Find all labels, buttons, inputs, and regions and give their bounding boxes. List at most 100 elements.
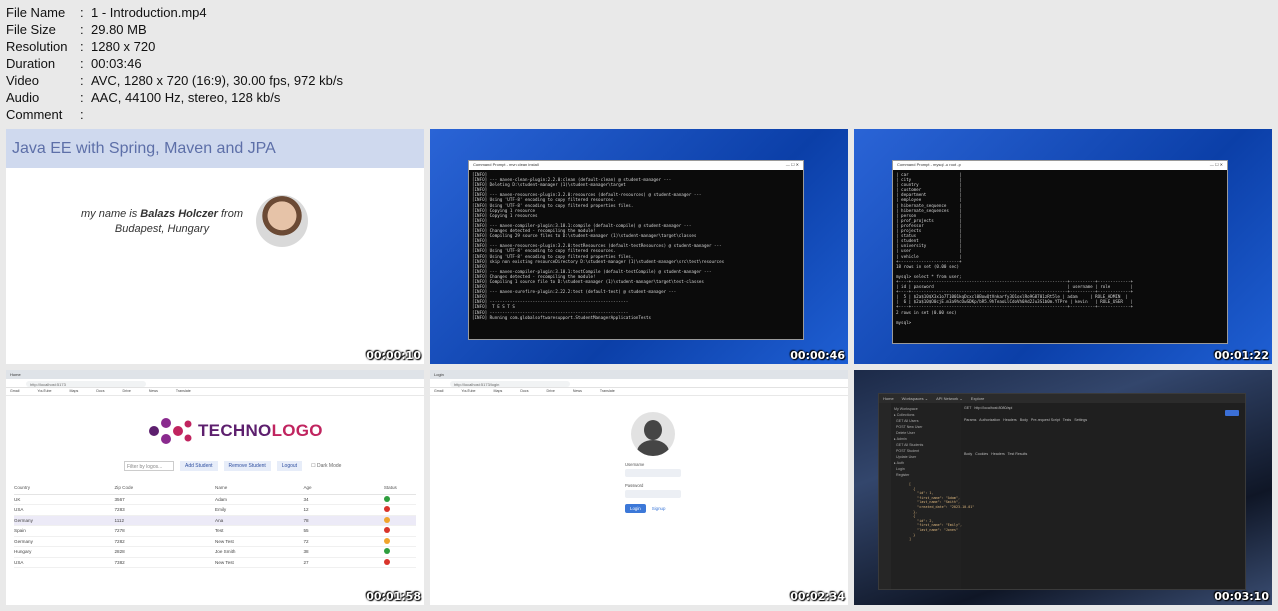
timestamp: 00:01:58	[366, 590, 421, 603]
dark-mode-toggle[interactable]: ☐ Dark Mode	[308, 461, 344, 471]
timestamp: 00:00:10	[366, 349, 421, 362]
table-row[interactable]: USA 7382 New Test 27	[14, 557, 416, 568]
cell-zip: 7278	[114, 525, 215, 537]
remove-student-button[interactable]: Remove Student	[223, 461, 271, 471]
cell-age: 12	[303, 504, 384, 516]
meta-value: AAC, 44100 Hz, stereo, 128 kb/s	[91, 90, 281, 105]
timestamp: 00:01:22	[1214, 349, 1269, 362]
add-student-button[interactable]: Add Student	[180, 461, 218, 471]
thumbnail-6[interactable]: Home Workspaces ⌄ API Network ⌄ Explore My …	[854, 370, 1272, 605]
password-input[interactable]	[625, 490, 681, 498]
column-header[interactable]: Zip Code	[114, 482, 215, 495]
table-row[interactable]: Germany 7282 New Test 72	[14, 536, 416, 547]
cell-name: New Test	[215, 557, 304, 568]
cell-name: Joe Smith	[215, 546, 304, 558]
column-header[interactable]: Country	[14, 482, 115, 495]
cell-age: 38	[303, 546, 384, 558]
table-row[interactable]: Hungary 2828 Joe Smith 38	[14, 546, 416, 558]
meta-value: 29.80 MB	[91, 22, 147, 37]
column-header[interactable]: Age	[303, 482, 384, 495]
cell-country: Germany	[14, 536, 115, 547]
status-icon	[383, 516, 390, 523]
meta-value: 1280 x 720	[91, 39, 156, 54]
thumbnail-5[interactable]: Login http://localhost:5173/login Gmail Y…	[430, 370, 848, 605]
signup-link[interactable]: Signup	[652, 506, 666, 511]
cell-country: Hungary	[14, 546, 115, 558]
students-table: Country Zip Code Name Age Status UK 3567 Adam 3…	[14, 482, 416, 568]
cell-country: USA	[14, 557, 115, 568]
meta-separator: :	[80, 107, 84, 122]
request-panel: GET http://localhost:8080/api Params Aut…	[961, 403, 1245, 589]
meta-row: Duration:00:03:46	[6, 55, 343, 72]
terminal-window: Command Prompt - mysql -u root -p — ☐ ✕ |…	[892, 160, 1228, 344]
meta-separator: :	[80, 39, 84, 54]
meta-key: Resolution	[6, 39, 68, 54]
bookmarks-bar: Gmail YouTube Maps Docs Drive News Translate	[430, 388, 848, 396]
cell-country: Germany	[14, 515, 115, 526]
logo-icon	[149, 418, 192, 444]
response-body: [ { "id": 1, "first_name": "Adam", "last…	[909, 482, 975, 542]
meta-row: Audio: AAC, 44100 Hz, stereo, 128 kb/s	[6, 89, 343, 106]
timestamp: 00:02:34	[790, 590, 845, 603]
column-header[interactable]: Name	[215, 482, 304, 495]
user-avatar-icon	[631, 412, 675, 456]
cell-age: 55	[303, 525, 384, 537]
meta-key: Audio	[6, 90, 40, 105]
meta-key: File Size	[6, 22, 56, 37]
cell-zip: 2828	[114, 546, 215, 558]
meta-separator: :	[80, 73, 84, 88]
meta-row: Comment:	[6, 106, 343, 123]
meta-row: Video: AVC, 1280 x 720 (16:9), 30.00 fps,…	[6, 72, 343, 89]
bookmarks-bar: Gmail YouTube Maps Docs Drive News Translate	[6, 388, 424, 396]
meta-separator: :	[80, 22, 84, 37]
meta-key: Duration	[6, 56, 56, 71]
table-row[interactable]: Spain 7278 Test 55	[14, 525, 416, 537]
slide-intro: my name is Balazs Holczer from Budapest,…	[80, 208, 243, 235]
cell-zip: 7282	[114, 536, 215, 547]
meta-row: File Size:29.80 MB	[6, 21, 343, 38]
meta-separator: :	[80, 5, 84, 20]
cell-age: 34	[303, 494, 384, 505]
password-label: Password	[625, 483, 644, 488]
api-client-window: Home Workspaces ⌄ API Network ⌄ Explore My …	[878, 393, 1246, 590]
filter-input[interactable]: Filter by logos...	[124, 461, 174, 471]
send-button[interactable]	[1225, 410, 1239, 416]
table-row[interactable]: Germany 1112 Ana 78	[14, 515, 416, 526]
username-input[interactable]	[625, 469, 681, 477]
cell-zip: 7382	[114, 557, 215, 568]
address-bar: http://localhost:5173/login	[450, 381, 570, 387]
meta-separator: :	[80, 90, 84, 105]
meta-value: 00:03:46	[91, 56, 142, 71]
thumbnail-3[interactable]: Command Prompt - mysql -u root -p — ☐ ✕ |…	[854, 129, 1272, 364]
thumbnail-4[interactable]: Home http://localhost:5173 Gmail YouTube M…	[6, 370, 424, 605]
column-header[interactable]: Status	[383, 482, 416, 495]
meta-value: AVC, 1280 x 720 (16:9), 30.00 fps, 972 k…	[91, 73, 343, 88]
timestamp: 00:00:46	[790, 349, 845, 362]
slide-title: Java EE with Spring, Maven and JPA	[6, 129, 424, 168]
status-icon	[383, 506, 390, 513]
techno-logo: TECHNOLOGO	[146, 416, 323, 446]
cell-country: USA	[14, 504, 115, 516]
username-label: Username	[625, 462, 645, 467]
meta-row: File Name:1 - Introduction.mp4	[6, 4, 343, 21]
cell-zip: 7283	[114, 504, 215, 516]
meta-value: 1 - Introduction.mp4	[91, 5, 207, 20]
cell-name: Emily	[215, 504, 304, 516]
login-form: Username Password Login Signup	[625, 412, 685, 513]
login-button[interactable]: Login	[625, 504, 646, 513]
cell-age: 72	[303, 536, 384, 547]
cell-name: New Test	[215, 536, 304, 547]
file-metadata: File Name:1 - Introduction.mp4 File Size:…	[6, 4, 343, 123]
sidebar	[879, 403, 891, 589]
cell-zip: 1112	[114, 515, 215, 526]
meta-key: Video	[6, 73, 40, 88]
presenter-photo	[256, 195, 308, 247]
thumbnail-1[interactable]: Java EE with Spring, Maven and JPA my na…	[6, 129, 424, 364]
meta-key: Comment	[6, 107, 63, 122]
table-row[interactable]: UK 3567 Adam 34	[14, 494, 416, 505]
logout-button[interactable]: Logout	[276, 461, 303, 471]
cell-name: Adam	[215, 494, 304, 505]
thumbnail-2[interactable]: Command Prompt - mvn clean install — ☐ ✕ …	[430, 129, 848, 364]
table-row[interactable]: USA 7283 Emily 12	[14, 504, 416, 516]
browser-tab: Home	[6, 370, 424, 379]
